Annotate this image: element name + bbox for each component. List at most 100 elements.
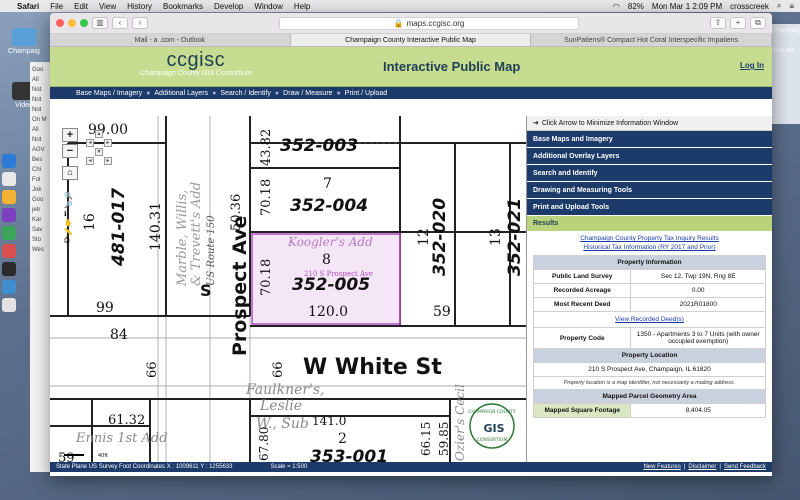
pan-tool-icon[interactable]: ✋ bbox=[64, 219, 73, 227]
page-title: Interactive Public Map bbox=[383, 59, 521, 74]
pan-down-left-button[interactable]: ◂ bbox=[86, 157, 94, 165]
battery-percent[interactable]: 82% bbox=[628, 2, 644, 11]
section-base-maps[interactable]: Base Maps and Imagery bbox=[527, 131, 772, 148]
dimension-label: 70.18 bbox=[259, 259, 274, 296]
nav-additional-layers[interactable]: Additional Layers bbox=[154, 90, 208, 97]
new-features-link[interactable]: New Features bbox=[643, 464, 680, 470]
address-bar[interactable]: 🔒 maps.ccgisc.org bbox=[279, 16, 579, 30]
menu-history[interactable]: History bbox=[127, 2, 152, 11]
forward-button[interactable]: › bbox=[132, 17, 148, 29]
sidebar-toggle-button[interactable]: ▥ bbox=[92, 17, 108, 29]
sqft-value: 8,404.05 bbox=[630, 403, 766, 418]
minimize-panel-bar[interactable]: ➔ Click Arrow to Minimize Information Wi… bbox=[527, 116, 772, 131]
nav-search-identify[interactable]: Search / Identify bbox=[220, 90, 271, 97]
logo-subtitle: Champaign County GIS Consortium bbox=[140, 70, 252, 77]
wifi-icon[interactable]: ◠ bbox=[613, 2, 620, 11]
dimension-label: 66 bbox=[145, 361, 160, 378]
bg-right-line: Champaig bbox=[772, 28, 800, 34]
section-results[interactable]: Results bbox=[527, 216, 772, 232]
zoom-window-button[interactable] bbox=[80, 19, 88, 27]
section-print-upload[interactable]: Print and Upload Tools bbox=[527, 199, 772, 216]
dock-app-icon[interactable] bbox=[2, 154, 16, 168]
tab-sunpatiens[interactable]: SunPatiens® Compact Hot Coral Interspeci… bbox=[531, 34, 772, 46]
zoom-out-tool-icon[interactable]: 🔎 bbox=[64, 201, 73, 209]
minimize-panel-text: Click Arrow to Minimize Information Wind… bbox=[541, 119, 679, 127]
home-extent-button[interactable]: ⌂ bbox=[62, 166, 78, 180]
parcel-label: 352-003 bbox=[280, 136, 358, 156]
menu-window[interactable]: Window bbox=[254, 2, 282, 11]
pan-up-button[interactable]: ▴ bbox=[95, 130, 103, 138]
menu-app-name[interactable]: Safari bbox=[17, 2, 39, 11]
subdivision-label: Faulkner's, bbox=[245, 382, 325, 398]
plss-value: Sec 12, Twp 19N, Rng 8E bbox=[630, 269, 766, 284]
section-search-identify[interactable]: Search and Identify bbox=[527, 165, 772, 182]
send-feedback-link[interactable]: Send Feedback bbox=[724, 464, 766, 470]
historical-tax-link[interactable]: Historical Tax Information (RY 2017 and … bbox=[533, 243, 766, 252]
dimension-label: 99 bbox=[96, 300, 114, 316]
map-tool-icons: 🔍 🔎 ℹ ✋ 📏 ⎙ bbox=[64, 192, 73, 245]
view-deeds-link[interactable]: View Recorded Deed(s) bbox=[615, 316, 684, 323]
deed-label: Most Recent Deed bbox=[532, 297, 632, 312]
minimize-window-button[interactable] bbox=[68, 19, 76, 27]
dimension-label: 59 bbox=[433, 304, 451, 320]
pan-down-button[interactable]: ▾ bbox=[95, 148, 103, 156]
subdivision-label: Leslie bbox=[259, 398, 302, 414]
close-window-button[interactable] bbox=[56, 19, 64, 27]
map-canvas[interactable]: 352-003 7 352-004 Koogler's Add 8 210 S … bbox=[50, 116, 526, 465]
section-overlay-layers[interactable]: Additional Overlay Layers bbox=[527, 148, 772, 165]
seal-text: CHAMPAIGN COUNTY bbox=[468, 409, 516, 415]
tab-overview-button[interactable]: ⧉ bbox=[750, 17, 766, 29]
clock[interactable]: Mon Mar 1 2:09 PM bbox=[652, 2, 722, 11]
search-icon[interactable]: ⌕ bbox=[777, 1, 781, 11]
lot-number: 16 bbox=[82, 213, 98, 231]
tax-inquiry-link[interactable]: Champaign County Property Tax Inquiry Re… bbox=[533, 234, 766, 243]
pan-down-right-button[interactable]: ▸ bbox=[104, 157, 112, 165]
nav-print-upload[interactable]: Print / Upload bbox=[345, 90, 387, 97]
zoom-in-button[interactable]: + bbox=[62, 128, 78, 142]
site-header: ccgisc Champaign County GIS Consortium I… bbox=[50, 47, 772, 87]
dock-app-icon[interactable] bbox=[2, 208, 16, 222]
menu-develop[interactable]: Develop bbox=[214, 2, 243, 11]
status-bar: State Plane US Survey Foot Coordinates X… bbox=[50, 462, 772, 472]
disclaimer-link[interactable]: Disclaimer bbox=[688, 464, 716, 470]
macos-menubar: Safari File Edit View History Bookmarks … bbox=[0, 0, 800, 12]
menu-help[interactable]: Help bbox=[294, 2, 310, 11]
menu-edit[interactable]: Edit bbox=[74, 2, 88, 11]
tab-ccgisc[interactable]: Champaign County Interactive Public Map bbox=[290, 34, 532, 46]
dock-app-icon[interactable] bbox=[2, 172, 16, 186]
dock-app-icon[interactable] bbox=[2, 298, 16, 312]
minimize-arrow-icon[interactable]: ➔ bbox=[533, 119, 539, 127]
nav-base-maps[interactable]: Base Maps / Imagery bbox=[76, 90, 142, 97]
menu-bookmarks[interactable]: Bookmarks bbox=[163, 2, 203, 11]
ccgisc-logo[interactable]: ccgisc Champaign County GIS Consortium bbox=[140, 49, 252, 77]
share-button[interactable]: ⇪ bbox=[710, 17, 726, 29]
section-drawing-measuring[interactable]: Drawing and Measuring Tools bbox=[527, 182, 772, 199]
nav-draw-measure[interactable]: Draw / Measure bbox=[283, 90, 332, 97]
tab-outlook[interactable]: Mail - a .com - Outlook bbox=[50, 34, 291, 46]
login-link[interactable]: Log In bbox=[740, 61, 764, 70]
zoom-out-button[interactable]: − bbox=[62, 144, 78, 158]
user-name[interactable]: crosscreek bbox=[730, 2, 769, 11]
parcel-map-svg: 352-003 7 352-004 Koogler's Add 8 210 S … bbox=[50, 116, 526, 465]
measure-tool-icon[interactable]: 📏 bbox=[64, 228, 73, 236]
dock-app-icon[interactable] bbox=[2, 226, 16, 240]
map-nav-bar: Base Maps / Imagery ● Additional Layers ● … bbox=[50, 87, 772, 99]
dock-app-icon[interactable] bbox=[2, 244, 16, 258]
desktop-folder-icon[interactable]: Champaig bbox=[4, 28, 44, 55]
scale-readout: Scale = 1:500 bbox=[270, 464, 308, 470]
menu-file[interactable]: File bbox=[50, 2, 63, 11]
print-tool-icon[interactable]: ⎙ bbox=[64, 237, 73, 245]
control-center-icon[interactable]: ≡ bbox=[789, 2, 794, 11]
new-tab-button[interactable]: + bbox=[730, 17, 746, 29]
pan-left-button[interactable]: ◂ bbox=[86, 139, 94, 147]
identify-tool-icon[interactable]: ℹ bbox=[64, 210, 73, 218]
dock-app-icon[interactable] bbox=[2, 280, 16, 294]
menu-view[interactable]: View bbox=[99, 2, 116, 11]
dock-app-icon[interactable] bbox=[2, 190, 16, 204]
dimension-label: 66 bbox=[271, 361, 286, 378]
pan-right-button[interactable]: ▸ bbox=[104, 139, 112, 147]
browser-toolbar: ▥ ‹ › 🔒 maps.ccgisc.org ⇪ + ⧉ bbox=[50, 13, 772, 34]
back-button[interactable]: ‹ bbox=[112, 17, 128, 29]
zoom-in-tool-icon[interactable]: 🔍 bbox=[64, 192, 73, 200]
dock-app-icon[interactable] bbox=[2, 262, 16, 276]
